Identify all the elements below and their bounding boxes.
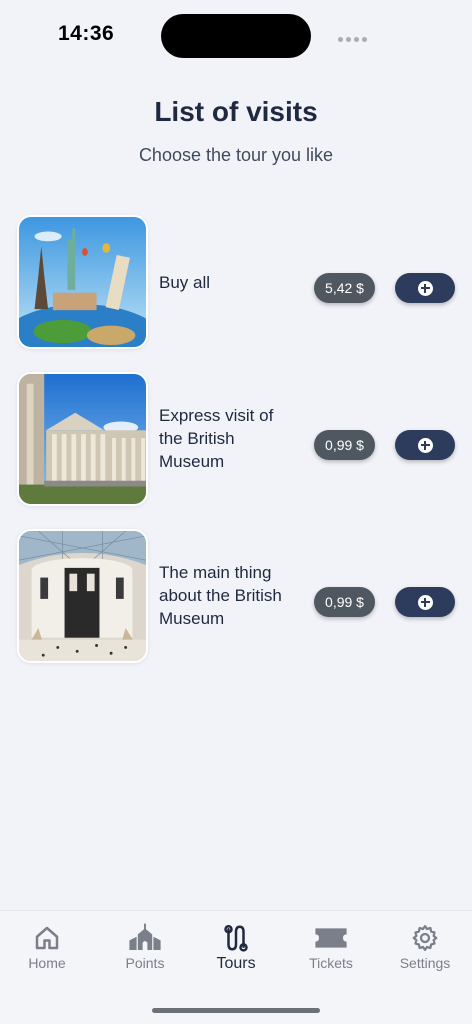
signal-dots-icon	[338, 37, 367, 42]
tab-points[interactable]: Points	[98, 923, 192, 985]
status-bar: 14:36	[0, 0, 472, 70]
tab-tours[interactable]: Tours	[189, 923, 283, 985]
tab-label: Home	[28, 955, 66, 971]
tour-name: Buy all	[159, 273, 211, 292]
add-to-cart-button[interactable]	[395, 430, 455, 460]
status-time: 14:36	[58, 22, 115, 45]
add-to-cart-button[interactable]	[395, 273, 455, 303]
plus-circle-icon	[417, 280, 433, 296]
tour-image-british-museum-facade	[17, 372, 148, 506]
price-badge: 5,42 $	[314, 273, 375, 303]
tour-item-express-visit[interactable]: Express visit of the British Museum 0,99…	[0, 372, 472, 506]
plus-circle-icon	[417, 437, 433, 453]
gear-icon	[412, 925, 438, 951]
price-badge: 0,99 $	[314, 587, 375, 617]
plus-circle-icon	[417, 594, 433, 610]
page-subtitle: Choose the tour you like	[138, 145, 334, 165]
tour-item-main-thing[interactable]: The main thing about the British Museum …	[0, 529, 472, 663]
dynamic-island	[161, 14, 311, 58]
tour-name: Express visit of the British Museum	[159, 406, 274, 471]
tab-label: Tours	[216, 955, 256, 972]
tour-name: The main thing about the British Museum	[159, 563, 282, 628]
price-badge: 0,99 $	[314, 430, 375, 460]
tour-image-world-landmarks	[17, 215, 148, 349]
tab-home[interactable]: Home	[0, 923, 94, 985]
tab-bar: Home Points Tours Tickets Settings	[0, 910, 472, 1024]
tour-image-great-court	[17, 529, 148, 663]
ticket-icon	[315, 928, 347, 948]
tab-label: Settings	[399, 955, 451, 971]
route-icon	[224, 924, 248, 952]
home-indicator[interactable]	[152, 1008, 320, 1013]
tab-settings[interactable]: Settings	[378, 923, 472, 985]
tab-label: Points	[125, 955, 165, 971]
tab-label: Tickets	[309, 955, 353, 971]
church-icon	[129, 923, 161, 950]
tour-item-buy-all[interactable]: Buy all 5,42 $	[0, 215, 472, 349]
tab-tickets[interactable]: Tickets	[284, 923, 378, 985]
page-title: List of visits	[154, 96, 318, 127]
add-to-cart-button[interactable]	[395, 587, 455, 617]
home-icon	[35, 926, 59, 950]
